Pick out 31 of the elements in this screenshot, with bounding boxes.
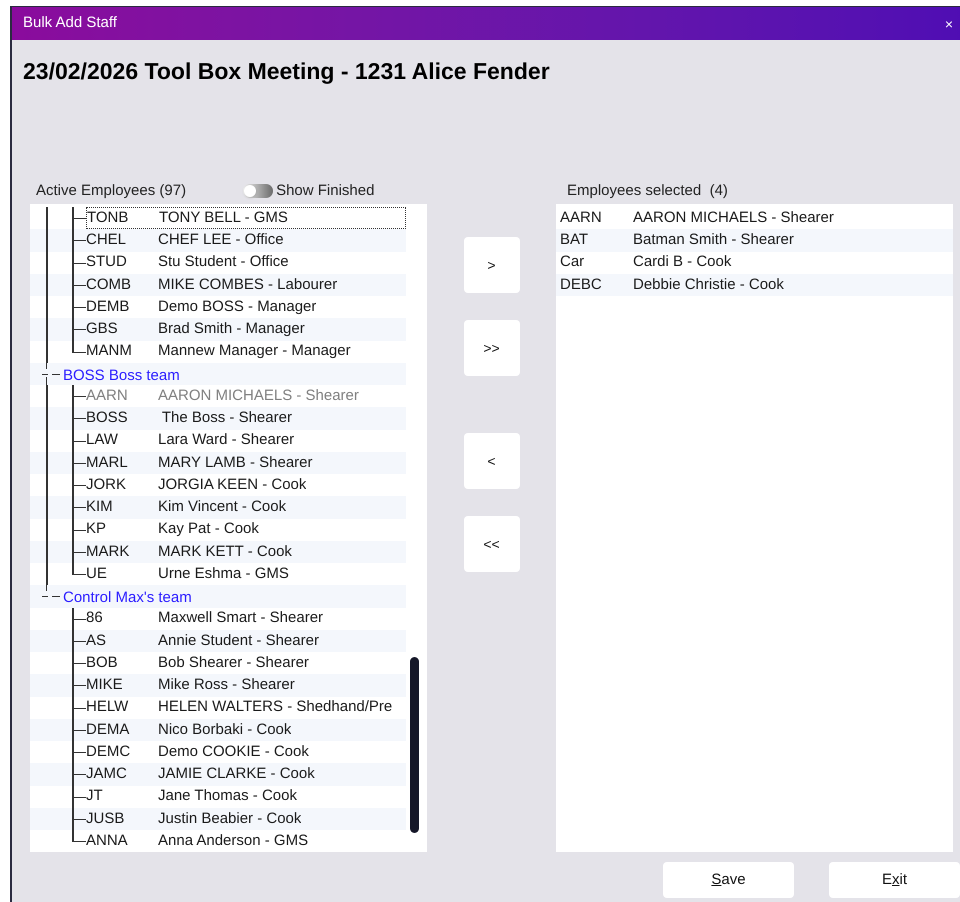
close-button[interactable]: × xyxy=(942,16,956,30)
employee-item[interactable]: JT Jane Thomas - Cook xyxy=(86,786,406,808)
scrollbar-thumb[interactable] xyxy=(410,657,419,833)
toggle-label: Show Finished xyxy=(276,180,374,201)
team-label[interactable]: BOSS Boss team xyxy=(63,364,180,388)
show-finished-toggle[interactable] xyxy=(243,184,274,198)
move-button[interactable]: < xyxy=(464,433,520,489)
employee-item[interactable]: HELW HELEN WALTERS - Shedhand/Pre xyxy=(86,696,406,719)
list-label: Active Employees (97) xyxy=(36,180,186,201)
dialog-button[interactable]: Save xyxy=(663,862,794,898)
list-label: Employees selected (4) xyxy=(567,180,728,201)
move-button[interactable]: << xyxy=(464,516,520,572)
employee-item[interactable]: LAW Lara Ward - Shearer xyxy=(86,430,406,452)
move-button[interactable]: >> xyxy=(464,320,520,376)
employee-item[interactable]: STUD Stu Student - Office xyxy=(86,252,406,274)
page-heading: 23/02/2026 Tool Box Meeting - 1231 Alice Fender xyxy=(23,57,551,86)
employee-item[interactable]: ANNA Anna Anderson - GMS xyxy=(86,830,406,852)
employee-item[interactable]: DEMC Demo COOKIE - Cook xyxy=(86,741,406,764)
employee-item[interactable]: JORK JORGIA KEEN - Cook xyxy=(86,474,406,496)
selected-employee[interactable]: BAT Batman Smith - Shearer xyxy=(556,229,953,252)
window-title: Bulk Add Staff xyxy=(23,13,117,34)
employee-item[interactable]: UE Urne Eshma - GMS xyxy=(86,563,406,586)
team-label[interactable]: Control Max's team xyxy=(63,587,192,610)
selected-employee[interactable]: DEBC Debbie Christie - Cook xyxy=(556,274,953,296)
employee-item[interactable]: BOB Bob Shearer - Shearer xyxy=(86,652,406,674)
employee-item[interactable]: 86 Maxwell Smart - Shearer xyxy=(86,608,406,630)
employee-item[interactable]: DEMB Demo BOSS - Manager xyxy=(86,296,406,318)
employee-item[interactable]: MANM Mannew Manager - Manager xyxy=(86,340,406,363)
move-button[interactable]: > xyxy=(464,237,520,293)
dialog-button[interactable]: Exit xyxy=(829,862,960,898)
employee-item[interactable]: KP Kay Pat - Cook xyxy=(86,518,406,541)
